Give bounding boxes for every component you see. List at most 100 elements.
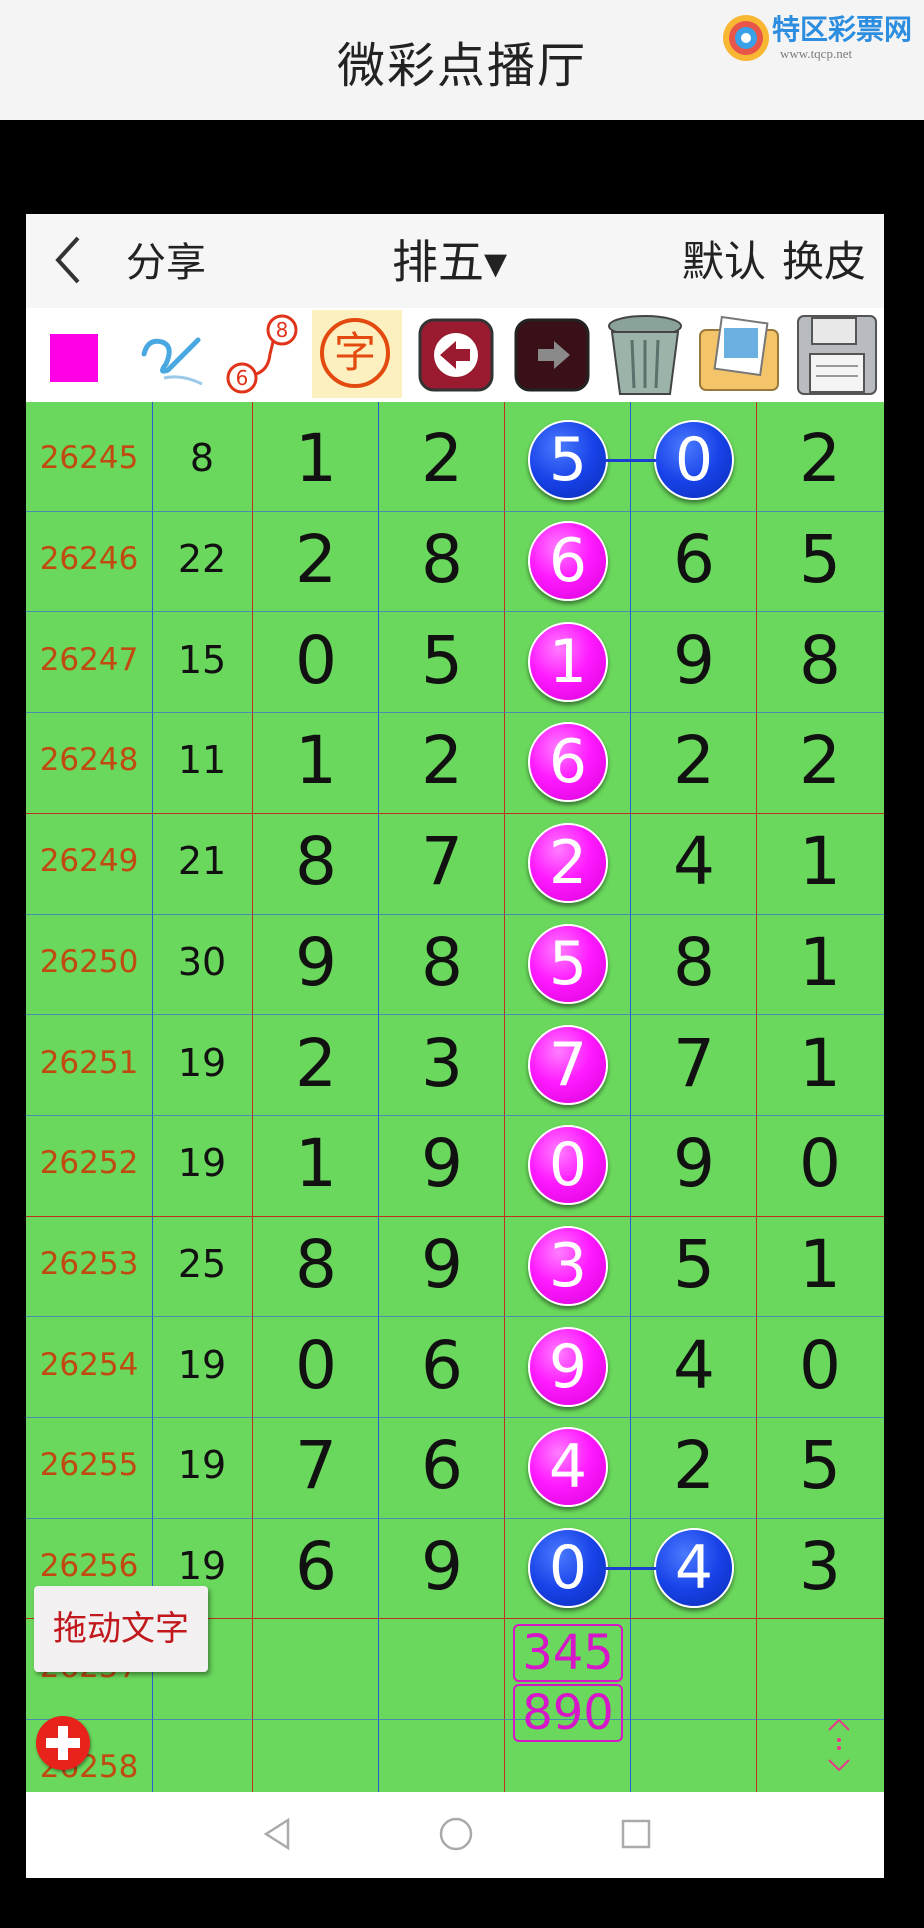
drag-text-button[interactable]: 拖动文字 — [34, 1586, 208, 1672]
digit-cell[interactable]: 8 — [392, 924, 492, 1001]
pen-check-icon[interactable] — [138, 310, 218, 398]
digit-cell[interactable]: 1 — [770, 924, 870, 1001]
character-icon[interactable]: 字 — [312, 310, 402, 398]
pink-ball-digit[interactable]: 7 — [528, 1024, 608, 1105]
digit-cell[interactable]: 5 — [392, 622, 492, 699]
change-skin-button[interactable]: 换皮 — [782, 228, 866, 289]
digit-cell[interactable]: 4 — [644, 823, 744, 900]
nav-home-icon[interactable] — [436, 1814, 476, 1854]
digit-cell[interactable]: 2 — [266, 1025, 366, 1102]
digit-cell[interactable]: 8 — [770, 622, 870, 699]
digit-cell[interactable]: 8 — [266, 823, 366, 900]
digit-cell[interactable]: 8 — [392, 521, 492, 598]
digit-cell[interactable]: 0 — [266, 1327, 366, 1404]
add-icon[interactable] — [36, 1716, 90, 1770]
digit-cell[interactable]: 2 — [644, 722, 744, 799]
digit-cell[interactable]: 9 — [392, 1125, 492, 1202]
issue-number: 26246 — [39, 541, 139, 578]
issue-number: 26252 — [39, 1145, 139, 1182]
digit-cell[interactable]: 8 — [644, 924, 744, 1001]
redo-arrow-icon[interactable] — [510, 310, 596, 398]
blue-ball-digit[interactable]: 0 — [654, 420, 734, 501]
pink-ball-digit[interactable]: 4 — [528, 1427, 608, 1508]
digit-cell[interactable]: 9 — [392, 1528, 492, 1605]
digit-cell[interactable]: 9 — [644, 1125, 744, 1202]
digit-cell[interactable]: 0 — [770, 1125, 870, 1202]
pink-ball-digit[interactable]: 5 — [528, 923, 608, 1004]
pink-ball-digit[interactable]: 2 — [528, 823, 608, 904]
digit-cell[interactable]: 0 — [266, 622, 366, 699]
digit-cell[interactable]: 5 — [644, 1226, 744, 1303]
digit-cell[interactable]: 3 — [770, 1528, 870, 1605]
nav-recents-icon[interactable] — [616, 1814, 656, 1854]
digit-cell[interactable]: 6 — [644, 521, 744, 598]
digit-cell[interactable]: 2 — [266, 521, 366, 598]
pink-ball-digit[interactable]: 9 — [528, 1326, 608, 1407]
pink-ball-digit[interactable]: 0 — [528, 1125, 608, 1206]
digit-cell[interactable]: 2 — [392, 420, 492, 497]
grid-horizontal-line — [26, 1517, 884, 1519]
digit-cell[interactable]: 9 — [392, 1226, 492, 1303]
digit-cell[interactable]: 1 — [770, 1226, 870, 1303]
undo-arrow-icon[interactable] — [414, 310, 500, 398]
digit-cell[interactable]: 5 — [770, 521, 870, 598]
digit-cell[interactable]: 7 — [644, 1025, 744, 1102]
digit-cell[interactable]: 9 — [644, 622, 744, 699]
ball-connector-line — [606, 1567, 656, 1571]
digit-cell[interactable]: 3 — [392, 1025, 492, 1102]
digit-cell[interactable]: 2 — [770, 420, 870, 497]
vertical-resize-icon[interactable] — [822, 1716, 856, 1776]
grid-horizontal-line — [26, 510, 884, 512]
sum-value: 22 — [177, 537, 227, 582]
color-square-icon[interactable] — [46, 310, 108, 398]
sum-value: 19 — [177, 1544, 227, 1589]
grid-horizontal-line — [26, 1114, 884, 1116]
digit-cell[interactable]: 4 — [644, 1327, 744, 1404]
digit-cell[interactable]: 7 — [392, 823, 492, 900]
pending-digit-group[interactable]: 890 — [513, 1684, 623, 1743]
back-arrow-icon[interactable] — [44, 230, 94, 290]
chart-grid[interactable]: 26245 8 1 2 5 0 2 26246 22 2 8 6 6 5 26247 15 0 5 1 9 8 26248… — [26, 402, 884, 1792]
blue-ball-digit[interactable]: 5 — [528, 420, 608, 501]
digit-cell[interactable]: 6 — [392, 1327, 492, 1404]
brand-url: www.tqcp.net — [780, 46, 853, 61]
floppy-save-icon[interactable] — [792, 310, 882, 398]
number-link-icon[interactable]: 8 6 — [222, 310, 302, 398]
digit-cell[interactable]: 1 — [266, 1125, 366, 1202]
trash-can-icon[interactable] — [600, 310, 690, 398]
digit-cell[interactable]: 8 — [266, 1226, 366, 1303]
digit-cell[interactable]: 6 — [266, 1528, 366, 1605]
digit-cell[interactable]: 2 — [392, 722, 492, 799]
digit-cell[interactable]: 1 — [770, 823, 870, 900]
sum-value: 19 — [177, 1443, 227, 1488]
photo-album-icon[interactable] — [694, 310, 784, 398]
blue-ball-digit[interactable]: 0 — [528, 1528, 608, 1609]
share-button[interactable]: 分享 — [126, 230, 206, 288]
digit-cell[interactable]: 2 — [644, 1427, 744, 1504]
sum-value: 11 — [177, 738, 227, 783]
digit-cell[interactable]: 9 — [266, 924, 366, 1001]
pink-ball-digit[interactable]: 3 — [528, 1225, 608, 1306]
pink-ball-digit[interactable]: 1 — [528, 621, 608, 702]
digit-cell[interactable]: 2 — [770, 722, 870, 799]
issue-number: 26254 — [39, 1346, 139, 1383]
digit-cell[interactable]: 5 — [770, 1427, 870, 1504]
pink-ball-digit[interactable]: 6 — [528, 722, 608, 803]
sum-value: 19 — [177, 1040, 227, 1085]
nav-back-icon[interactable] — [258, 1814, 298, 1854]
grid-horizontal-line — [26, 1719, 884, 1721]
system-navbar — [26, 1792, 884, 1878]
pink-ball-digit[interactable]: 6 — [528, 521, 608, 602]
default-button[interactable]: 默认 — [682, 228, 766, 289]
digit-cell[interactable]: 1 — [266, 420, 366, 497]
digit-cell[interactable]: 7 — [266, 1427, 366, 1504]
blue-ball-digit[interactable]: 4 — [654, 1528, 734, 1609]
pending-digit-group[interactable]: 345 — [513, 1624, 623, 1683]
app-screen: 分享 排五▾ 默认 换皮 8 6 字 26245 8 1 2 5 0 2 262… — [26, 214, 884, 1878]
digit-cell[interactable]: 1 — [266, 722, 366, 799]
issue-number: 26251 — [39, 1044, 139, 1081]
game-select-dropdown[interactable]: 排五▾ — [392, 226, 507, 292]
digit-cell[interactable]: 1 — [770, 1025, 870, 1102]
digit-cell[interactable]: 0 — [770, 1327, 870, 1404]
digit-cell[interactable]: 6 — [392, 1427, 492, 1504]
